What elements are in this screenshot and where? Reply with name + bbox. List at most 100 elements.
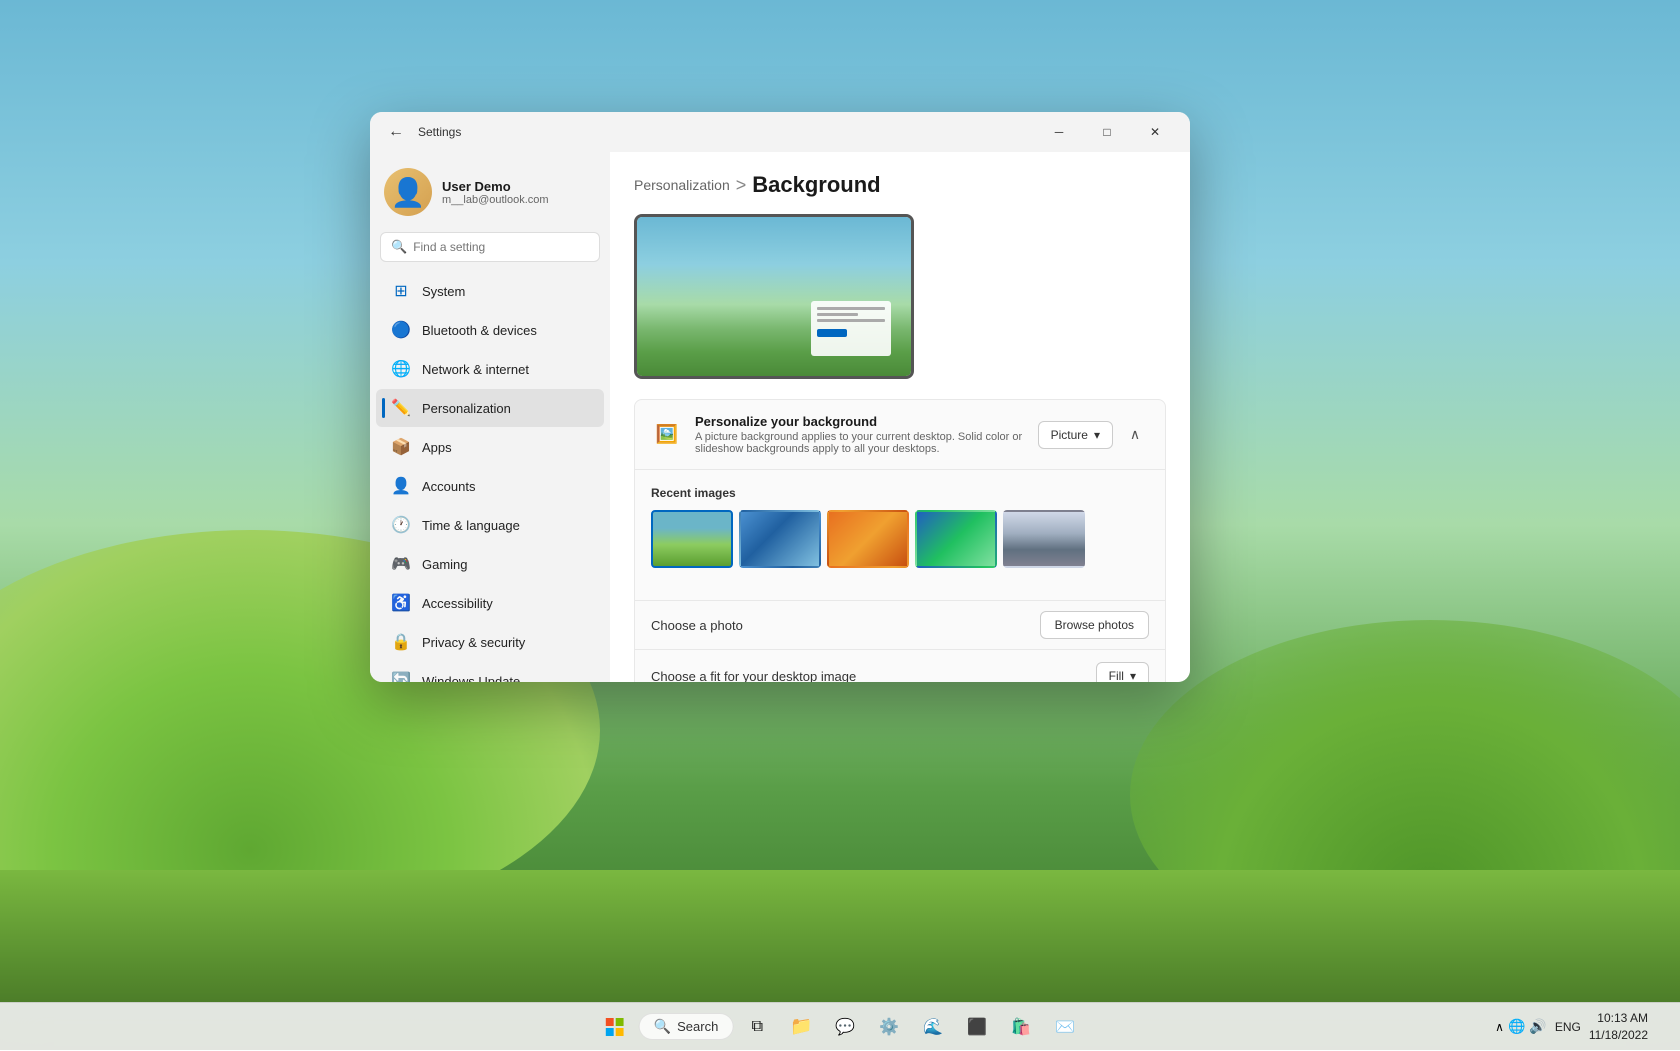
clock: 10:13 AM xyxy=(1589,1010,1648,1027)
fit-value: Fill xyxy=(1109,669,1124,682)
breadcrumb-separator: > xyxy=(736,175,747,196)
sidebar-item-label: Gaming xyxy=(422,557,468,572)
taskbar-center: 🔍 Search ⧉ 📁 💬 ⚙️ 🌊 ⬛ 🛍️ ✉️ xyxy=(595,1007,1086,1047)
sidebar-item-system[interactable]: ⊞ System xyxy=(376,272,604,310)
language-indicator: ENG xyxy=(1555,1020,1581,1034)
fit-row: Choose a fit for your desktop image Fill… xyxy=(635,649,1165,682)
close-button[interactable]: ✕ xyxy=(1132,116,1178,148)
preview-line-3 xyxy=(817,319,885,322)
time-icon: 🕐 xyxy=(390,514,412,536)
sidebar-item-update[interactable]: 🔄 Windows Update xyxy=(376,662,604,682)
title-bar: ← Settings ─ □ ✕ xyxy=(370,112,1190,152)
gaming-icon: 🎮 xyxy=(390,553,412,575)
sidebar-item-label: Network & internet xyxy=(422,362,529,377)
choose-photo-label: Choose a photo xyxy=(651,618,743,633)
preview-line-1 xyxy=(817,307,885,310)
recent-image-4[interactable] xyxy=(1003,510,1085,568)
recent-image-3[interactable] xyxy=(915,510,997,568)
fit-label: Choose a fit for your desktop image xyxy=(651,669,856,683)
store-button[interactable]: 🛍️ xyxy=(1001,1007,1041,1047)
accessibility-icon: ♿ xyxy=(390,592,412,614)
sidebar-item-label: Accessibility xyxy=(422,596,493,611)
section-text: Personalize your background A picture ba… xyxy=(695,414,1026,455)
user-email: m__lab@outlook.com xyxy=(442,194,596,206)
recent-image-2[interactable] xyxy=(827,510,909,568)
sidebar-item-apps[interactable]: 📦 Apps xyxy=(376,428,604,466)
breadcrumb: Personalization > Background xyxy=(634,172,1166,198)
sidebar-item-label: Apps xyxy=(422,440,452,455)
taskbar: 🔍 Search ⧉ 📁 💬 ⚙️ 🌊 ⬛ 🛍️ ✉️ ∧ 🌐 🔊 ENG 10… xyxy=(0,1002,1680,1050)
fit-dropdown[interactable]: Fill ▾ xyxy=(1096,662,1149,682)
bluetooth-icon: 🔵 xyxy=(390,319,412,341)
user-info: User Demo m__lab@outlook.com xyxy=(442,179,596,206)
sidebar-item-personalization[interactable]: ✏️ Personalization xyxy=(376,389,604,427)
sidebar-item-label: Time & language xyxy=(422,518,520,533)
update-icon: 🔄 xyxy=(390,670,412,682)
sidebar-item-accounts[interactable]: 👤 Accounts xyxy=(376,467,604,505)
main-content: Personalization > Background xyxy=(610,152,1190,682)
sidebar: 👤 User Demo m__lab@outlook.com 🔍 ⊞ Syste… xyxy=(370,152,610,682)
personalize-icon: 🖼️ xyxy=(651,419,683,451)
system-icon: ⊞ xyxy=(390,280,412,302)
background-type-dropdown[interactable]: Picture ▾ xyxy=(1038,421,1113,449)
taskbar-search-icon: 🔍 xyxy=(654,1018,671,1035)
preview-overlay xyxy=(811,301,891,356)
teams-button[interactable]: 💬 xyxy=(825,1007,865,1047)
start-button[interactable] xyxy=(595,1007,635,1047)
dropdown-chevron-icon: ▾ xyxy=(1094,428,1100,442)
avatar: 👤 xyxy=(384,168,432,216)
preview-btn xyxy=(817,329,847,337)
sidebar-item-network[interactable]: 🌐 Network & internet xyxy=(376,350,604,388)
taskbar-time[interactable]: 10:13 AM 11/18/2022 xyxy=(1589,1010,1648,1044)
sidebar-item-accessibility[interactable]: ♿ Accessibility xyxy=(376,584,604,622)
mail-button[interactable]: ✉️ xyxy=(1045,1007,1085,1047)
sidebar-item-label: Windows Update xyxy=(422,674,520,683)
terminal-button[interactable]: ⬛ xyxy=(957,1007,997,1047)
sidebar-item-label: Privacy & security xyxy=(422,635,525,650)
breadcrumb-parent[interactable]: Personalization xyxy=(634,177,730,193)
browse-photos-button[interactable]: Browse photos xyxy=(1040,611,1149,639)
maximize-button[interactable]: □ xyxy=(1084,116,1130,148)
window-body: 👤 User Demo m__lab@outlook.com 🔍 ⊞ Syste… xyxy=(370,152,1190,682)
search-input[interactable] xyxy=(413,240,589,254)
sidebar-item-label: Bluetooth & devices xyxy=(422,323,537,338)
file-explorer-button[interactable]: 📁 xyxy=(781,1007,821,1047)
taskbar-right: ∧ 🌐 🔊 ENG 10:13 AM 11/18/2022 xyxy=(1495,1003,1668,1051)
search-icon: 🔍 xyxy=(391,239,407,255)
section-desc: A picture background applies to your cur… xyxy=(695,431,1026,455)
taskbar-search-label: Search xyxy=(677,1019,718,1034)
section-title: Personalize your background xyxy=(695,414,1026,429)
section-control: Picture ▾ ∧ xyxy=(1038,421,1149,449)
show-desktop-button[interactable] xyxy=(1656,1003,1668,1051)
chevron-icon[interactable]: ∧ xyxy=(1495,1020,1504,1034)
content-inner: Personalization > Background xyxy=(610,152,1190,682)
sidebar-item-gaming[interactable]: 🎮 Gaming xyxy=(376,545,604,583)
edge-button[interactable]: 🌊 xyxy=(913,1007,953,1047)
taskbar-search[interactable]: 🔍 Search xyxy=(639,1013,734,1040)
choose-photo-row: Choose a photo Browse photos xyxy=(635,600,1165,649)
task-view-button[interactable]: ⧉ xyxy=(737,1007,777,1047)
personalize-section: 🖼️ Personalize your background A picture… xyxy=(634,399,1166,682)
preview-line-2 xyxy=(817,313,858,316)
expand-button[interactable]: ∧ xyxy=(1121,421,1149,449)
user-name: User Demo xyxy=(442,179,596,194)
minimize-button[interactable]: ─ xyxy=(1036,116,1082,148)
recent-image-0[interactable] xyxy=(651,510,733,568)
section-header: 🖼️ Personalize your background A picture… xyxy=(635,400,1165,469)
settings-search[interactable]: 🔍 xyxy=(380,232,600,262)
sidebar-item-bluetooth[interactable]: 🔵 Bluetooth & devices xyxy=(376,311,604,349)
breadcrumb-current: Background xyxy=(752,172,880,198)
network-tray-icon[interactable]: 🌐 xyxy=(1508,1018,1525,1035)
settings-window: ← Settings ─ □ ✕ 👤 User Demo m__lab@outl… xyxy=(370,112,1190,682)
fit-chevron-icon: ▾ xyxy=(1130,669,1136,682)
sidebar-item-privacy[interactable]: 🔒 Privacy & security xyxy=(376,623,604,661)
sidebar-item-label: System xyxy=(422,284,465,299)
back-button[interactable]: ← xyxy=(382,119,410,145)
user-profile[interactable]: 👤 User Demo m__lab@outlook.com xyxy=(370,160,610,232)
sidebar-item-time[interactable]: 🕐 Time & language xyxy=(376,506,604,544)
volume-icon[interactable]: 🔊 xyxy=(1529,1018,1546,1035)
sidebar-item-label: Accounts xyxy=(422,479,475,494)
title-bar-left: ← Settings xyxy=(382,119,461,145)
recent-image-1[interactable] xyxy=(739,510,821,568)
settings-button[interactable]: ⚙️ xyxy=(869,1007,909,1047)
